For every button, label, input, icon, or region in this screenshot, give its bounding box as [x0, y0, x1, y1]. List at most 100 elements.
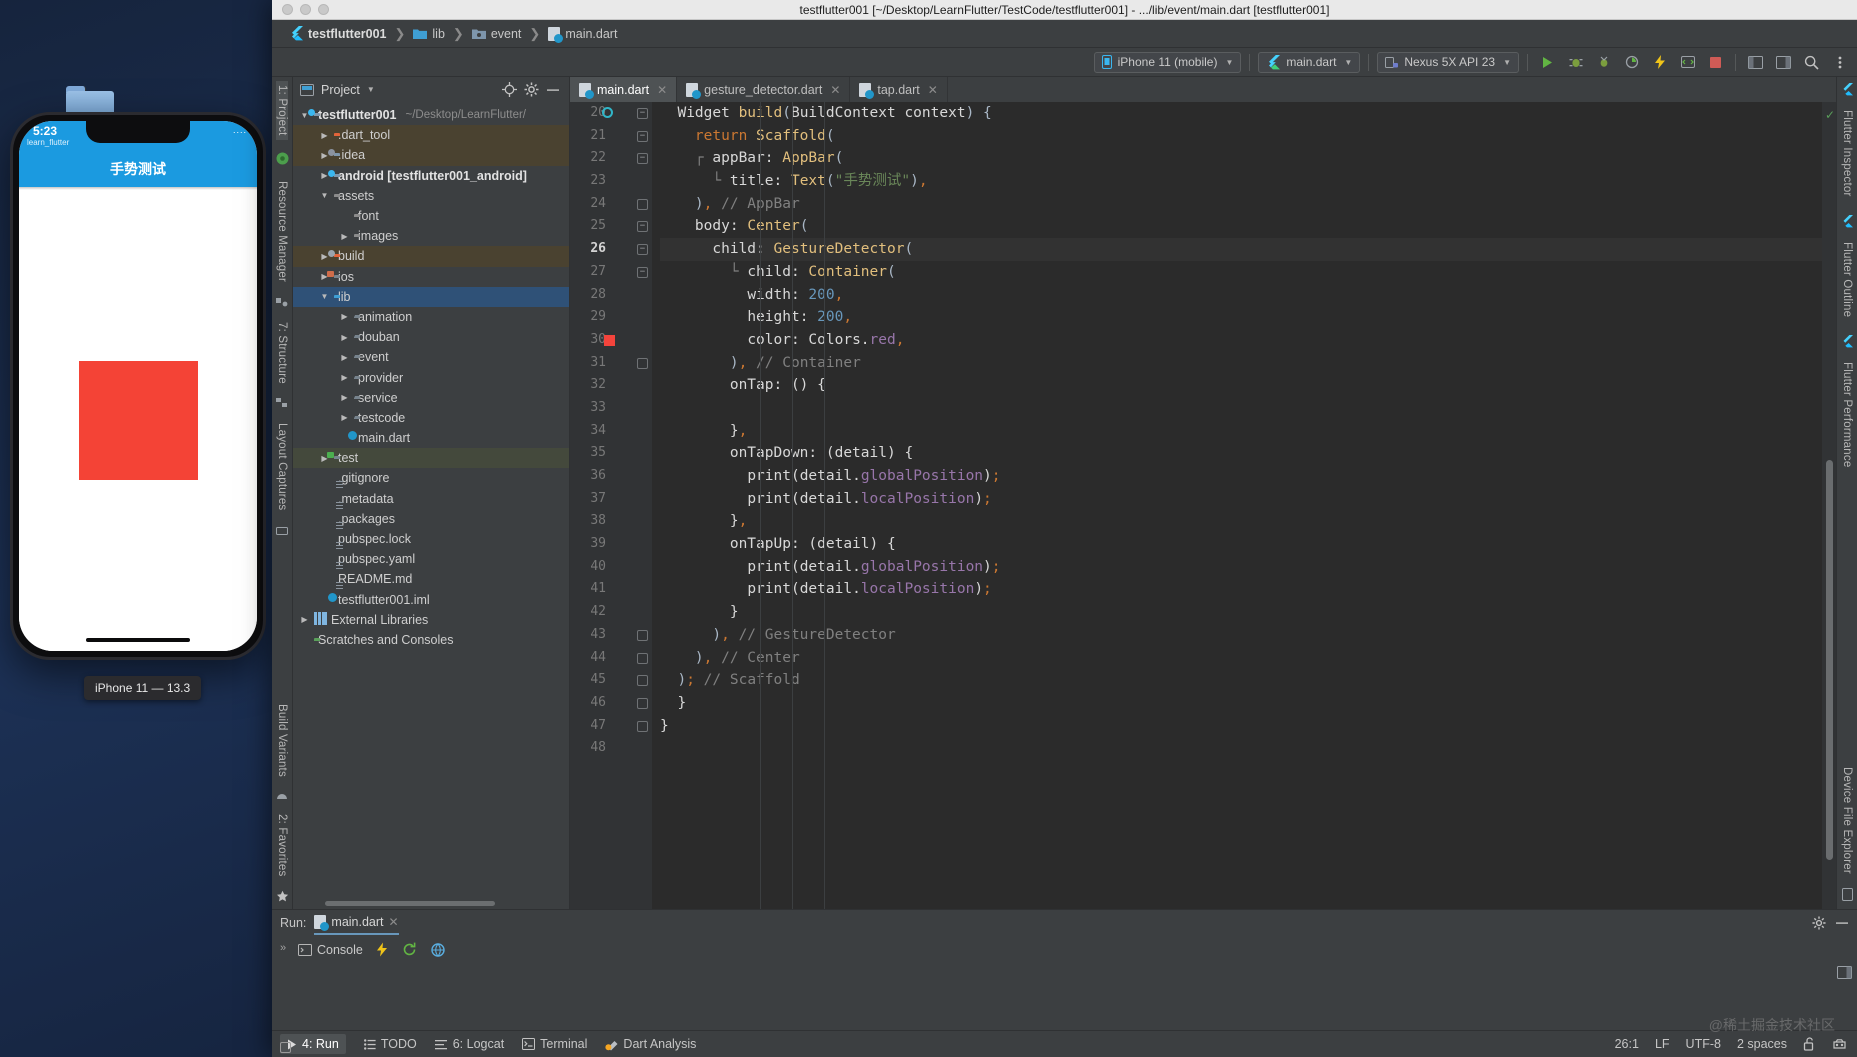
tree-node[interactable]: pubspec.lock — [293, 529, 569, 549]
inspector-icon[interactable] — [1832, 1037, 1847, 1051]
tree-node[interactable]: ▶.idea — [293, 145, 569, 165]
fold-toggle-icon[interactable] — [637, 199, 648, 210]
editor-viewport[interactable]: 2021222324252627282930313233343536373839… — [570, 102, 1836, 909]
gear-icon[interactable] — [1812, 916, 1826, 930]
code-line[interactable]: print(detail.localPosition); — [660, 578, 1822, 601]
sidebar-item-flutter-outline[interactable]: Flutter Outline — [1841, 238, 1853, 321]
locate-icon[interactable] — [502, 82, 517, 97]
tree-node[interactable]: ▶service — [293, 388, 569, 408]
breadcrumb-item-project[interactable]: testflutter001 — [286, 25, 390, 42]
fold-toggle-icon[interactable] — [637, 153, 648, 164]
fold-toggle-icon[interactable] — [637, 653, 648, 664]
editor-vertical-scrollbar[interactable] — [1826, 460, 1833, 860]
gutter-line[interactable]: 42 — [570, 601, 652, 624]
editor-tab[interactable]: main.dart✕ — [570, 77, 677, 102]
close-icon[interactable]: ✕ — [928, 83, 938, 97]
simulator-home-indicator[interactable] — [86, 638, 190, 642]
tree-node[interactable]: ▶.dart_tool — [293, 125, 569, 145]
simulator-screen[interactable]: 5:23 learn_flutter .... 手势测试 — [19, 121, 257, 651]
code-line[interactable]: ), // GestureDetector — [660, 624, 1822, 647]
tree-node[interactable]: ▶ios — [293, 267, 569, 287]
tree-node[interactable]: testflutter001.iml — [293, 590, 569, 610]
tree-node[interactable]: ▶External Libraries — [293, 610, 569, 630]
gutter-line[interactable]: 32 — [570, 374, 652, 397]
code-line[interactable]: width: 200, — [660, 284, 1822, 307]
breakpoint-icon[interactable] — [602, 107, 613, 118]
code-line[interactable]: height: 200, — [660, 306, 1822, 329]
layout-settings-icon[interactable] — [1837, 966, 1852, 979]
fold-toggle-icon[interactable] — [637, 358, 648, 369]
star-icon[interactable] — [276, 890, 289, 903]
code-line[interactable]: }, — [660, 510, 1822, 533]
gutter-line[interactable]: 43 — [570, 624, 652, 647]
code-line[interactable] — [660, 737, 1822, 760]
android-icon[interactable] — [276, 152, 289, 165]
code-line[interactable]: Widget build(BuildContext context) { — [660, 102, 1822, 125]
editor-marker-lane[interactable]: ✓ — [1822, 102, 1836, 909]
code-line[interactable]: └ title: Text("手势测试"), — [660, 170, 1822, 193]
line-separator[interactable]: LF — [1655, 1037, 1670, 1051]
tree-node[interactable]: ▼lib — [293, 287, 569, 307]
gutter-line[interactable]: 21 — [570, 125, 652, 148]
device-selector[interactable]: iPhone 11 (mobile) ▼ — [1094, 52, 1242, 73]
fold-toggle-icon[interactable] — [637, 221, 648, 232]
tree-node[interactable]: ▶test — [293, 448, 569, 468]
tree-node[interactable]: ▶event — [293, 347, 569, 367]
fold-toggle-icon[interactable] — [637, 267, 648, 278]
profile-icon[interactable] — [1620, 52, 1643, 73]
flutter-outline-icon[interactable] — [1841, 215, 1853, 228]
status-bar-item-dart-analysis[interactable]: Dart Analysis — [605, 1037, 696, 1051]
code-line[interactable]: } — [660, 601, 1822, 624]
code-line[interactable]: }, — [660, 420, 1822, 443]
breadcrumb-item-file[interactable]: main.dart — [545, 26, 620, 42]
ios-simulator[interactable]: 5:23 learn_flutter .... 手势测试 — [10, 112, 266, 660]
color-swatch-icon[interactable] — [604, 335, 615, 346]
more-icon[interactable] — [1828, 52, 1851, 73]
code-line[interactable]: onTapDown: (detail) { — [660, 442, 1822, 465]
sidebar-item-layout-captures[interactable]: Layout Captures — [276, 419, 288, 514]
capture-icon[interactable] — [276, 525, 288, 537]
file-encoding[interactable]: UTF-8 — [1686, 1037, 1721, 1051]
code-line[interactable]: print(detail.localPosition); — [660, 488, 1822, 511]
gutter-line[interactable]: 31 — [570, 352, 652, 375]
tree-node[interactable]: ▶android [testflutter001_android] — [293, 166, 569, 186]
sidebar-item-favorites[interactable]: 2: Favorites — [276, 810, 288, 880]
gutter-line[interactable]: 30 — [570, 329, 652, 352]
show-tool-windows-icon[interactable] — [280, 1042, 291, 1053]
lock-open-icon[interactable] — [1803, 1037, 1816, 1051]
status-bar-item-logcat[interactable]: 6: Logcat — [435, 1037, 504, 1051]
close-icon[interactable]: ✕ — [657, 83, 667, 97]
run-panel-side-toolbar[interactable]: » — [272, 936, 294, 1030]
editor-tab[interactable]: gesture_detector.dart✕ — [677, 77, 850, 102]
tree-node[interactable]: font — [293, 206, 569, 226]
gutter-line[interactable]: 26 — [570, 238, 652, 261]
layout-inspector-icon[interactable] — [1744, 52, 1767, 73]
close-icon[interactable]: ✕ — [389, 915, 399, 929]
debug-attach-icon[interactable] — [1592, 52, 1615, 73]
gutter-line[interactable]: 46 — [570, 692, 652, 715]
status-bar-item-terminal[interactable]: Terminal — [522, 1037, 587, 1051]
stop-icon[interactable] — [1704, 52, 1727, 73]
project-horizontal-scrollbar[interactable] — [293, 897, 569, 909]
gutter-line[interactable]: 48 — [570, 737, 652, 760]
code-line[interactable]: } — [660, 715, 1822, 738]
sidebar-item-build-variants[interactable]: Build Variants — [276, 700, 288, 781]
code-line[interactable] — [660, 397, 1822, 420]
gutter-line[interactable]: 47 — [570, 715, 652, 738]
tree-node[interactable]: ▼assets — [293, 186, 569, 206]
device-explorer-icon[interactable] — [1842, 888, 1853, 901]
chevron-down-icon[interactable]: ▼ — [367, 85, 375, 94]
tree-node[interactable]: .gitignore — [293, 468, 569, 488]
gutter-line[interactable]: 45 — [570, 669, 652, 692]
tree-node[interactable]: pubspec.yaml — [293, 549, 569, 569]
fold-toggle-icon[interactable] — [637, 721, 648, 732]
run-config-tab[interactable]: main.dart ✕ — [314, 911, 398, 935]
code-line[interactable]: └ child: Container( — [660, 261, 1822, 284]
tree-node[interactable]: .packages — [293, 509, 569, 529]
simulator-app-body[interactable] — [19, 190, 257, 651]
caret-position[interactable]: 26:1 — [1615, 1037, 1639, 1051]
code-line[interactable]: color: Colors.red, — [660, 329, 1822, 352]
chevron-right-icon[interactable]: ▶ — [339, 232, 350, 241]
fold-toggle-icon[interactable] — [637, 131, 648, 142]
fold-toggle-icon[interactable] — [637, 675, 648, 686]
